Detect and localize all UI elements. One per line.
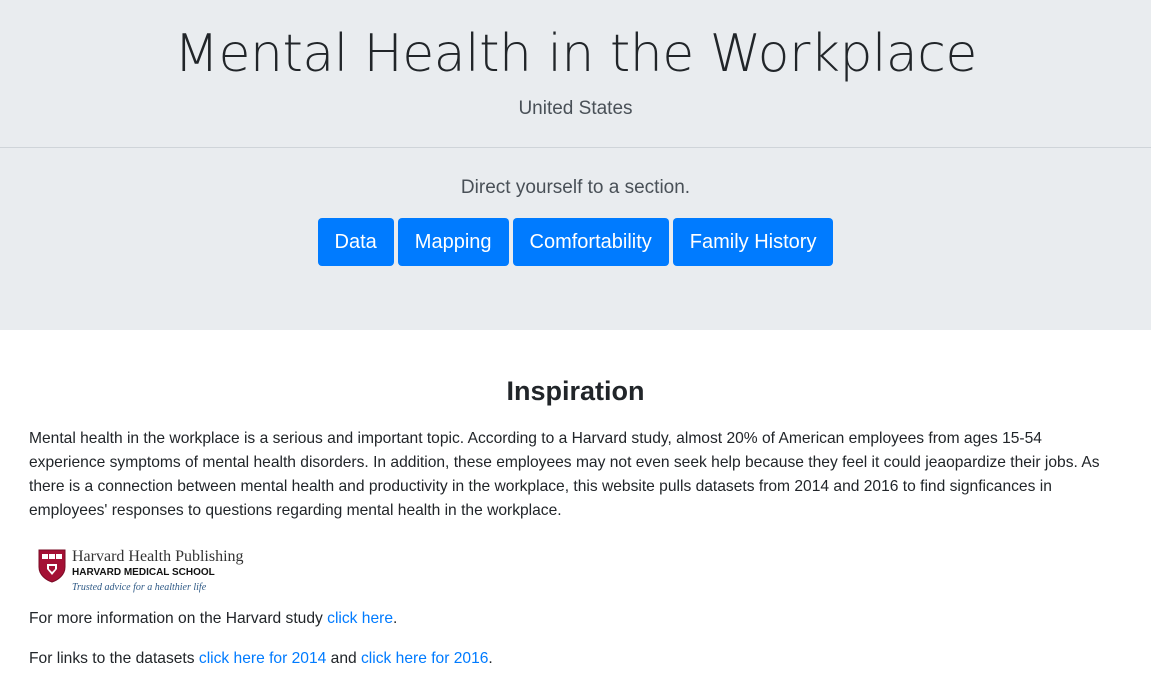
family-history-button[interactable]: Family History <box>672 218 834 266</box>
harvard-study-link[interactable]: click here <box>327 610 393 627</box>
harvard-health-logo: Harvard Health Publishing HARVARD MEDICA… <box>38 546 248 598</box>
datasets-text: For links to the datasets <box>29 650 199 667</box>
more-info-line: For more information on the Harvard stud… <box>29 607 397 631</box>
page-title: Mental Health in the Workplace <box>174 24 977 84</box>
section-nav: Data Mapping Comfortability Family Histo… <box>0 218 1151 266</box>
more-info-text: For more information on the Harvard stud… <box>29 610 328 627</box>
data-button[interactable]: Data <box>317 218 394 266</box>
comfortability-button[interactable]: Comfortability <box>512 218 669 266</box>
logo-school: HARVARD MEDICAL SCHOOL <box>72 567 215 578</box>
page-subtitle: United States <box>518 98 633 119</box>
logo-title: Harvard Health Publishing <box>72 548 244 565</box>
mapping-button[interactable]: Mapping <box>397 218 509 266</box>
dataset-2016-link[interactable]: click here for 2016 <box>361 650 488 667</box>
dataset-2014-link[interactable]: click here for 2014 <box>199 650 326 667</box>
inspiration-paragraph: Mental health in the workplace is a seri… <box>29 430 1100 519</box>
more-info-suffix: . <box>393 610 398 627</box>
inspiration-heading: Inspiration <box>506 376 645 406</box>
header-divider <box>0 147 1151 148</box>
logo-tagline: Trusted advice for a healthier life <box>72 582 207 593</box>
datasets-line: For links to the datasets click here for… <box>29 647 493 671</box>
datasets-suffix: . <box>488 650 493 667</box>
harvard-shield-icon <box>38 549 66 583</box>
header-jumbotron: Mental Health in the Workplace United St… <box>0 0 1151 330</box>
section-prompt: Direct yourself to a section. <box>460 177 691 198</box>
datasets-and: and <box>326 650 361 667</box>
